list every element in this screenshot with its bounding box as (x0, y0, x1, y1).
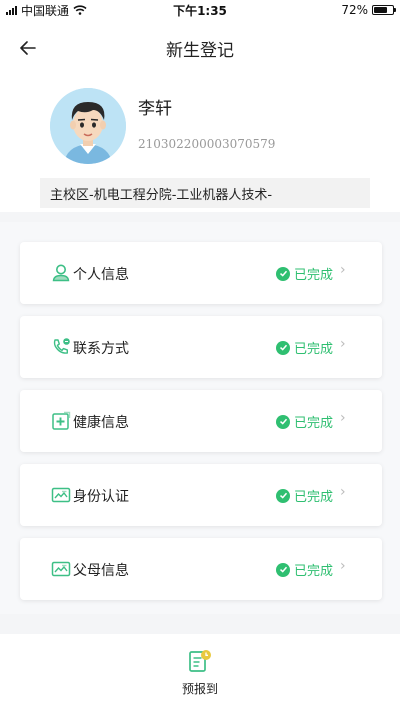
item-label: 联系方式 (73, 341, 129, 357)
avatar-illustration (50, 88, 126, 164)
list-item-identity[interactable]: 身份认证 已完成 › (20, 464, 382, 526)
check-circle-icon (276, 266, 290, 281)
list-item-contact[interactable]: 联系方式 已完成 › (20, 316, 382, 378)
status-bar: 中国联通 下午1:35 72% (0, 0, 400, 20)
carrier-name: 中国联通 (21, 3, 70, 18)
item-label: 个人信息 (73, 267, 129, 283)
list-item-personal-info[interactable]: 个人信息 已完成 › (20, 242, 382, 304)
student-profile: 李轩 210302200003070579 (50, 88, 370, 164)
item-label: 父母信息 (73, 563, 129, 579)
status-text: 已完成 (294, 564, 334, 579)
check-circle-icon (276, 414, 290, 429)
status-text: 已完成 (294, 268, 334, 283)
battery-level-fill (374, 7, 387, 13)
status-time: 下午1:35 (173, 3, 227, 18)
department-path: 主校区-机电工程分院-工业机器人技术- (40, 178, 370, 208)
bottom-bar: 预报到 (0, 634, 400, 710)
status-badge: 已完成 (276, 264, 333, 283)
arrow-left-icon (20, 41, 36, 55)
wifi-icon (73, 5, 87, 15)
status-text: 已完成 (294, 342, 334, 357)
id-card-icon (51, 561, 71, 577)
chevron-right-icon: › (340, 336, 346, 352)
back-button[interactable] (14, 34, 42, 62)
student-id: 210302200003070579 (138, 137, 276, 151)
status-badge: 已完成 (276, 560, 333, 579)
status-text: 已完成 (294, 416, 334, 431)
list-item-health[interactable]: 健康信息 已完成 › (20, 390, 382, 452)
phone-icon (53, 338, 70, 354)
status-badge: 已完成 (276, 412, 333, 431)
status-right: 72% (254, 3, 396, 17)
page-title: 新生登记 (166, 40, 234, 61)
id-card-icon (51, 487, 71, 503)
person-icon (52, 264, 70, 282)
chevron-right-icon: › (340, 484, 346, 500)
list-item-parents[interactable]: 父母信息 已完成 › (20, 538, 382, 600)
battery-icon (372, 5, 396, 15)
health-icon (52, 411, 71, 430)
check-circle-icon (276, 562, 290, 577)
registration-list: 个人信息 已完成 › 联系方式 已完成 › 健康信息 已完成 › 身份认证 已完… (0, 222, 400, 614)
avatar (50, 88, 126, 164)
header: 新生登记 李轩 210302200003070579 主校区-机电工程分院-工业… (0, 20, 400, 212)
status-badge: 已完成 (276, 486, 333, 505)
chevron-right-icon: › (340, 410, 346, 426)
chevron-right-icon: › (340, 558, 346, 574)
item-label: 健康信息 (73, 415, 129, 431)
status-left: 中国联通 (6, 2, 146, 19)
check-circle-icon (276, 340, 290, 355)
student-name: 李轩 (138, 99, 172, 119)
check-circle-icon (276, 488, 290, 503)
status-text: 已完成 (294, 490, 334, 505)
pre-register-label: 预报到 (181, 682, 218, 696)
nav-bar: 新生登记 (0, 20, 400, 76)
status-badge: 已完成 (276, 338, 333, 357)
checklist-clock-icon (189, 650, 211, 672)
signal-icon (6, 5, 17, 15)
battery-percent: 72% (341, 3, 368, 17)
item-label: 身份认证 (73, 489, 129, 505)
chevron-right-icon: › (340, 262, 346, 278)
pre-register-button[interactable]: 预报到 (182, 648, 218, 697)
